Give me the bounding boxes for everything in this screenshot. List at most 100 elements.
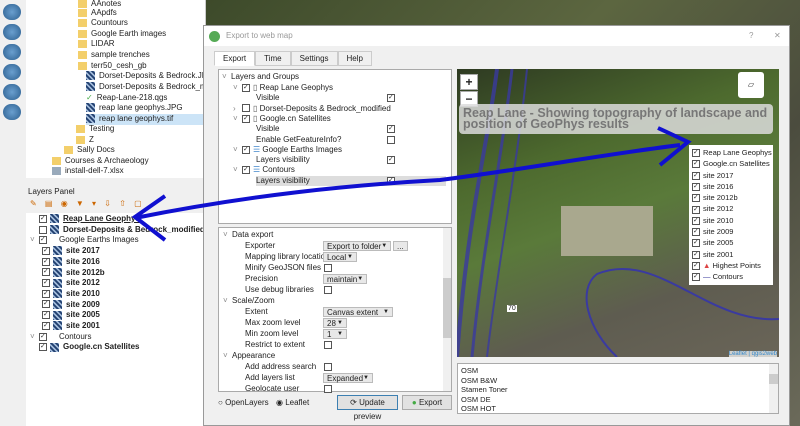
setting-checkbox[interactable] (324, 264, 332, 272)
legend-item[interactable]: — Contours (692, 271, 770, 282)
layer-checkbox[interactable] (39, 214, 47, 223)
layer-checkbox[interactable] (39, 225, 47, 234)
legend-item[interactable]: ▲ Highest Points (692, 260, 770, 271)
layer-item[interactable]: Reap Lane Geophys (30, 214, 140, 225)
layerslist_val-select[interactable]: Expanded ▼ (323, 373, 373, 383)
expand-icon[interactable]: ˅ (233, 83, 242, 94)
legend-checkbox[interactable] (692, 205, 700, 214)
layer-item[interactable]: Dorset-Deposits & Bedrock_modified (30, 225, 205, 236)
setting-checkbox[interactable] (324, 363, 332, 371)
expand-icon[interactable]: ˅ (233, 145, 242, 156)
expand-icon[interactable]: ˅ (30, 332, 39, 343)
basemap-option[interactable]: OSM HOT (461, 404, 775, 413)
layer-item[interactable]: ˅ Contours (30, 332, 91, 343)
layer-item[interactable]: site 2005 (42, 310, 100, 321)
legend-item[interactable]: Reap Lane Geophys (692, 147, 772, 158)
layer-item[interactable]: site 2016 (42, 257, 100, 268)
expand-icon[interactable]: ˅ (30, 235, 39, 246)
folder-item[interactable]: Countours (78, 18, 128, 29)
expand-icon[interactable]: › (233, 104, 242, 115)
legend-checkbox[interactable] (692, 149, 700, 158)
legend-item[interactable]: Google.cn Satellites (692, 158, 770, 169)
legend-item[interactable]: site 2016 (692, 181, 770, 192)
extent_val-select[interactable]: Canvas extent ▼ (323, 307, 393, 317)
setting-checkbox[interactable] (324, 341, 332, 349)
tree-layer[interactable]: ˅ ☰ Google Earths Images (233, 145, 342, 156)
basemap-option[interactable]: OSM B&W (461, 376, 775, 386)
layer-checkbox[interactable] (42, 321, 50, 330)
close-button[interactable]: ✕ (774, 26, 781, 46)
tree-root[interactable]: ˅ Layers and Groups (222, 72, 299, 83)
layer-checkbox[interactable] (39, 236, 47, 245)
legend-item[interactable]: site 2012b (692, 192, 770, 203)
layer-item[interactable]: site 2012b (42, 268, 105, 279)
add-virtual-icon[interactable] (3, 84, 21, 100)
legend-checkbox[interactable] (692, 216, 700, 225)
layer-checkbox[interactable] (39, 343, 47, 352)
layer-item[interactable]: Google.cn Satellites (30, 342, 139, 353)
new-vector-icon[interactable] (3, 104, 21, 120)
layer-item[interactable]: site 2017 (42, 246, 100, 257)
folder-item[interactable]: LIDAR (78, 39, 115, 50)
tree-layer[interactable]: ˅ ☰ Contours (233, 165, 295, 176)
tab-time[interactable]: Time (255, 51, 291, 66)
property-checkbox[interactable] (387, 156, 395, 165)
expand-icon[interactable]: ˅ (223, 230, 232, 241)
basemap-scrollbar[interactable] (769, 364, 778, 413)
tree-layer[interactable]: › ▯ Dorset-Deposits & Bedrock_modified (233, 104, 391, 115)
legend-checkbox[interactable] (692, 194, 700, 203)
export-button[interactable]: ● Export (402, 395, 452, 410)
legend-item[interactable]: site 2001 (692, 249, 770, 260)
legend-item[interactable]: site 2010 (692, 215, 770, 226)
section-header[interactable]: ˅ Appearance (223, 351, 275, 362)
zoom-in-button[interactable]: + (460, 74, 478, 90)
layers-control-icon[interactable]: ▱ (738, 72, 764, 98)
layers-toolbar[interactable]: ✎ ▤ ◉ ▼ ▾ ⇩ ⇧ ▢ (26, 199, 206, 213)
legend-item[interactable]: site 2005 (692, 237, 770, 248)
property-checkbox[interactable] (387, 135, 395, 144)
layer-checkbox[interactable] (42, 279, 50, 288)
expand-icon[interactable]: ˅ (223, 296, 232, 307)
basemap-list[interactable]: OSM OSM B&W Stamen Toner OSM DE OSM HOT (457, 363, 779, 414)
layer-checkbox[interactable] (42, 246, 50, 255)
radio-openlayers[interactable]: ○ OpenLayers (218, 398, 269, 407)
precision_val-select[interactable]: maintain ▼ (323, 274, 368, 284)
add-wms-icon[interactable] (3, 4, 21, 20)
setting-checkbox[interactable] (324, 286, 332, 294)
layer-checkbox[interactable] (242, 114, 250, 123)
expand-icon[interactable]: ˅ (233, 165, 242, 176)
tab-settings[interactable]: Settings (290, 51, 338, 66)
layer-checkbox[interactable] (242, 145, 250, 154)
file-item[interactable]: reap lane geophys.JPG (86, 103, 183, 114)
layer-checkbox[interactable] (42, 268, 50, 277)
add-point-icon[interactable] (3, 64, 21, 80)
expand-icon[interactable]: ˅ (223, 351, 232, 362)
legend-checkbox[interactable] (692, 182, 700, 191)
layer-checkbox[interactable] (242, 104, 250, 113)
expand-icon[interactable]: ˅ (233, 114, 242, 125)
exporter_val-select[interactable]: Export to folder ▼ (323, 241, 392, 251)
basemap-option[interactable]: OSM (461, 366, 775, 376)
file-item[interactable]: install-dell-7.xlsx (52, 166, 124, 177)
add-wfs-icon[interactable] (3, 24, 21, 40)
tab-export[interactable]: Export (214, 51, 256, 66)
layer-item[interactable]: site 2012 (42, 278, 100, 289)
legend-checkbox[interactable] (692, 250, 700, 259)
layer-checkbox[interactable] (42, 289, 50, 298)
minz_val-select[interactable]: 1 ▼ (323, 329, 347, 339)
section-header[interactable]: ˅ Scale/Zoom (223, 296, 275, 307)
legend-checkbox[interactable] (692, 228, 700, 237)
layer-checkbox[interactable] (42, 300, 50, 309)
legend-item[interactable]: site 2017 (692, 170, 770, 181)
layer-item[interactable]: site 2009 (42, 300, 100, 311)
settings-scrollbar[interactable] (443, 228, 451, 391)
tree-layer[interactable]: ˅ ▯ Google.cn Satellites (233, 114, 331, 125)
layer-checkbox[interactable] (242, 166, 250, 175)
property-checkbox[interactable] (387, 176, 395, 185)
folder-item[interactable]: Sally Docs (64, 145, 115, 156)
legend-checkbox[interactable] (692, 171, 700, 180)
tree-layer[interactable]: ˅ ▯ Reap Lane Geophys (233, 83, 333, 94)
layer-item[interactable]: ˅ Google Earths Images (30, 235, 139, 246)
update-preview-button[interactable]: ⟳ Update preview (337, 395, 398, 421)
property-checkbox[interactable] (387, 125, 395, 134)
